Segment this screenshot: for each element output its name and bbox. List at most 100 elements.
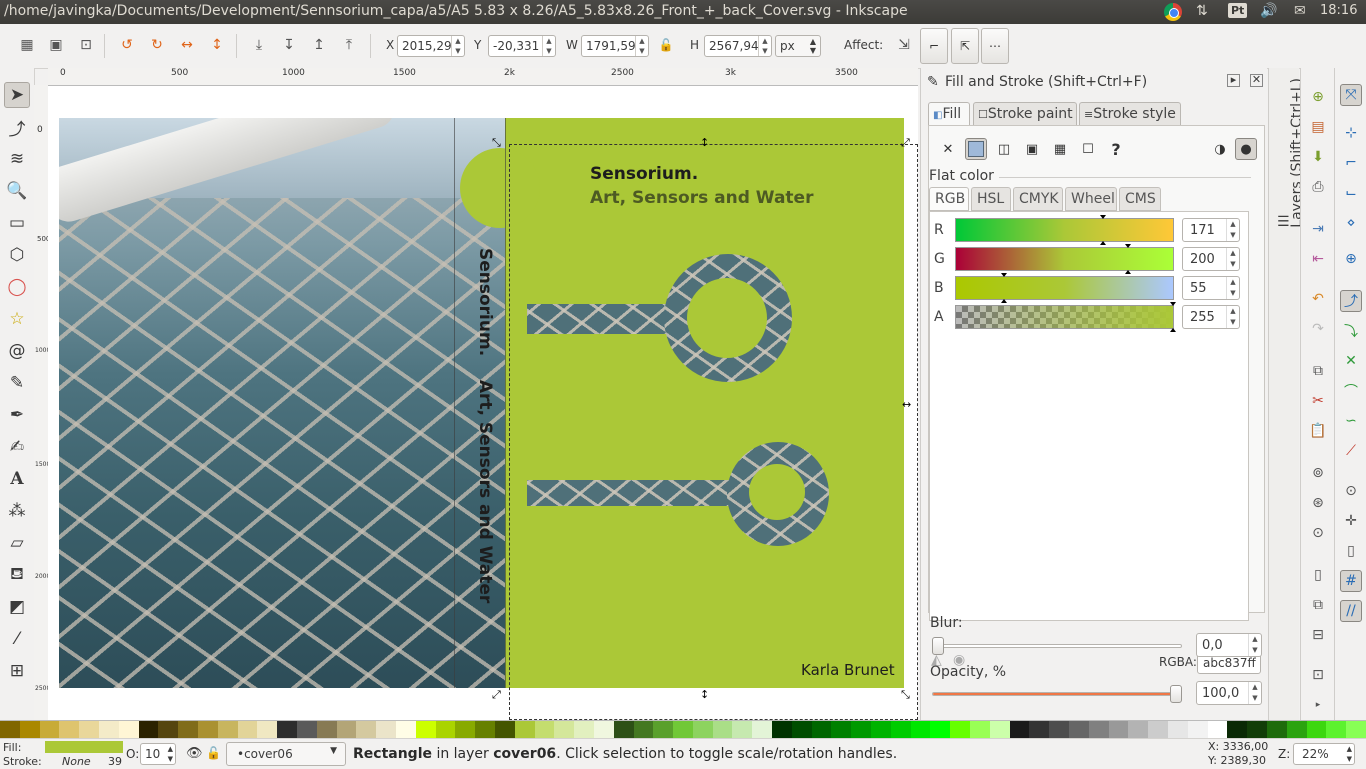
paste-icon[interactable]: 📋 (1307, 420, 1329, 442)
cut-icon[interactable]: ✂ (1307, 390, 1329, 412)
snap-cusp-nodes-icon[interactable]: ⌒ (1340, 380, 1362, 402)
fill-rule-evenodd-icon[interactable]: ◑ (1209, 138, 1231, 160)
rotate-cw-icon[interactable]: ↻ (146, 34, 168, 56)
alpha-value-field[interactable]: 255 ▲ ▼ (1182, 305, 1240, 329)
blue-slider[interactable] (955, 273, 1174, 303)
h-field[interactable]: 2567,94 ▲ ▼ (704, 35, 772, 57)
zoom-field[interactable]: 22% ▲ ▼ (1293, 743, 1355, 765)
opacity-indicator-field[interactable]: 10 ▲ ▼ (140, 743, 176, 765)
palette-swatch[interactable] (574, 721, 594, 739)
palette-swatch[interactable] (633, 721, 654, 739)
palette-swatch[interactable] (514, 721, 535, 739)
snap-rotation-center-icon[interactable]: ✛ (1340, 510, 1362, 532)
palette-swatch[interactable] (653, 721, 674, 739)
star-tool-icon[interactable]: ☆ (4, 306, 30, 332)
palette-swatch[interactable] (692, 721, 713, 739)
palette-swatch[interactable] (712, 721, 733, 739)
tab-fill[interactable]: ◧Fill (928, 102, 970, 126)
mail-icon[interactable]: ✉ (1294, 3, 1306, 21)
no-paint-icon[interactable]: ✕ (937, 138, 959, 160)
scale-handle-se[interactable]: ⤡ (901, 689, 910, 700)
vertical-ruler[interactable]: 0 500 1000 1500 2000 2500 (34, 85, 50, 720)
palette-swatch[interactable] (950, 721, 971, 739)
keyboard-layout-indicator[interactable]: Pt (1228, 3, 1248, 21)
palette-swatch[interactable] (178, 721, 198, 739)
palette-swatch[interactable] (1009, 721, 1030, 739)
snap-page-border-icon[interactable]: ▯ (1340, 540, 1362, 562)
duplicate-icon[interactable]: ▯ (1307, 564, 1329, 586)
open-icon[interactable]: ▤ (1307, 116, 1329, 138)
save-icon[interactable]: ⬇ (1307, 146, 1329, 168)
lock-ratio-icon[interactable]: 🔓 (655, 34, 677, 56)
scale-radii-toggle[interactable]: ⌐ (920, 28, 948, 64)
mode-tab-rgb[interactable]: RGB (929, 187, 969, 211)
palette-swatch[interactable] (376, 721, 396, 739)
decor-circle-middle[interactable] (687, 278, 767, 358)
palette-swatch[interactable] (118, 721, 139, 739)
move-patterns-toggle[interactable]: ⋯ (981, 28, 1009, 64)
red-slider[interactable] (955, 215, 1174, 245)
rotate-ccw-icon[interactable]: ↺ (116, 34, 138, 56)
scale-handle-e[interactable]: ↔ (902, 399, 911, 410)
snap-grid-icon[interactable]: # (1340, 570, 1362, 592)
paint-bucket-tool-icon[interactable]: ⛾ (4, 562, 30, 588)
unlink-clone-icon[interactable]: ⊟ (1307, 624, 1329, 646)
3d-box-tool-icon[interactable]: ⬡ (4, 242, 30, 268)
palette-swatch[interactable] (673, 721, 693, 739)
redo-icon[interactable]: ↷ (1307, 318, 1329, 340)
zoom-tool-icon[interactable]: 🔍 (4, 178, 30, 204)
tweak-tool-icon[interactable]: ≋ (4, 146, 30, 172)
palette-swatch[interactable] (772, 721, 792, 739)
palette-swatch[interactable] (494, 721, 515, 739)
blur-slider-knob[interactable] (932, 637, 944, 655)
palette-swatch[interactable] (970, 721, 990, 739)
undo-icon[interactable]: ↶ (1307, 288, 1329, 310)
stroke-width-value[interactable]: 39 (108, 755, 122, 768)
raise-icon[interactable]: ↥ (308, 34, 330, 56)
connector-tool-icon[interactable]: ⊞ (4, 658, 30, 684)
snap-bbox-icon[interactable]: ⊹ (1340, 122, 1362, 144)
more-commands-icon[interactable]: ▸ (1307, 694, 1329, 716)
drawing-canvas[interactable]: Sensorium. Art, Sensors and Water Sensor… (48, 86, 918, 720)
cover-subtitle[interactable]: Art, Sensors and Water (590, 188, 813, 208)
snap-path-intersection-icon[interactable]: ✕ (1340, 350, 1362, 372)
palette-swatch[interactable] (356, 721, 377, 739)
text-tool-icon[interactable]: A (4, 466, 30, 492)
new-document-icon[interactable]: ⊕ (1307, 86, 1329, 108)
palette-swatch[interactable] (871, 721, 891, 739)
clock[interactable]: 18:16 (1320, 3, 1357, 21)
decor-circle-top[interactable] (460, 148, 540, 228)
snap-paths-icon[interactable]: ⤵ (1340, 320, 1362, 342)
unit-select[interactable]: px ▲ ▼ (775, 35, 821, 57)
ellipse-tool-icon[interactable]: ◯ (4, 274, 30, 300)
network-icon[interactable]: ⇅ (1196, 3, 1208, 21)
palette-swatch[interactable] (851, 721, 872, 739)
flip-vertical-icon[interactable]: ↕ (206, 34, 228, 56)
y-field[interactable]: -20,331 ▲ ▼ (488, 35, 556, 57)
palette-swatch[interactable] (1187, 721, 1208, 739)
swatch-icon[interactable]: ☐ (1077, 138, 1099, 160)
spray-tool-icon[interactable]: ⁂ (4, 498, 30, 524)
group-icon[interactable]: ⊡ (1307, 664, 1329, 686)
zoom-page-icon[interactable]: ⊙ (1307, 522, 1329, 544)
palette-swatch[interactable] (237, 721, 258, 739)
opacity-slider[interactable] (932, 692, 1182, 696)
lower-to-bottom-icon[interactable]: ⤓ (248, 34, 270, 56)
palette-swatch[interactable] (1029, 721, 1050, 739)
palette-swatch[interactable] (613, 721, 634, 739)
palette-swatch[interactable] (910, 721, 931, 739)
palette-swatch[interactable] (890, 721, 911, 739)
scale-handle-n[interactable]: ↕ (700, 137, 709, 148)
palette-swatch[interactable] (831, 721, 852, 739)
palette-swatch[interactable] (98, 721, 119, 739)
snap-nodes-icon[interactable]: ⤴ (1340, 290, 1362, 312)
palette-swatch[interactable] (1267, 721, 1287, 739)
palette-swatch[interactable] (1227, 721, 1248, 739)
chrome-icon[interactable] (1164, 3, 1182, 21)
palette-swatch[interactable] (59, 721, 80, 739)
snap-bbox-midpoint-icon[interactable]: ⋄ (1340, 212, 1362, 234)
decor-circle-bottom[interactable] (749, 464, 805, 520)
eraser-tool-icon[interactable]: ▱ (4, 530, 30, 556)
deselect-icon[interactable]: ⊡ (75, 34, 97, 56)
selector-tool-icon[interactable]: ➤ (4, 82, 30, 108)
